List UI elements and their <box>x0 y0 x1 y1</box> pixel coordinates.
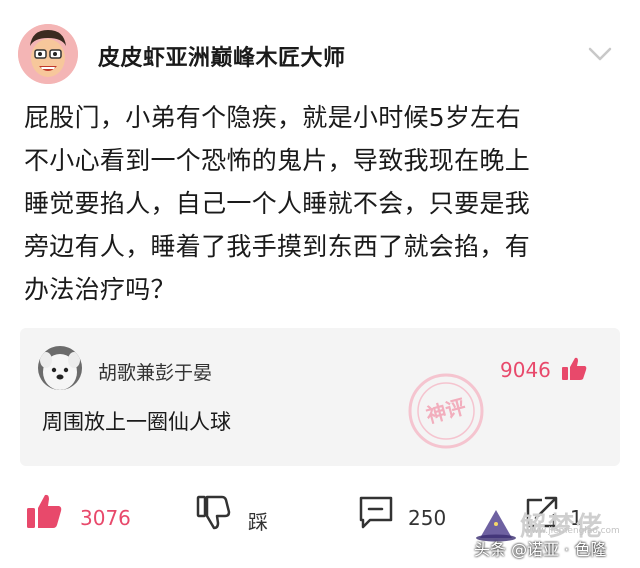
post-line: 屁股门，小弟有个隐疾，就是小时候5岁左右 <box>24 103 521 132</box>
comment-button[interactable]: 250 <box>356 492 466 538</box>
thumbs-down-icon <box>194 492 234 532</box>
dislike-label: 踩 <box>248 510 268 534</box>
hot-comment-card[interactable]: 胡歌兼彭于晏 9046 神评 周围放上一圈仙人球 <box>20 328 620 466</box>
commenter-avatar[interactable] <box>38 346 82 390</box>
watermark-credit: 头条 @诺亚 · 色隆 <box>474 540 607 559</box>
cartoon-face-icon <box>18 24 78 84</box>
commenter-name[interactable]: 胡歌兼彭于晏 <box>98 358 212 385</box>
watermark-url: www.jiemenglao.com <box>524 526 620 536</box>
dislike-button[interactable]: 踩 <box>194 492 284 538</box>
dog-face-icon <box>38 346 82 390</box>
god-comment-stamp: 神评 <box>405 370 487 452</box>
post-line: 睡觉要掐人，自己一个人睡就不会，只要是我 <box>24 189 531 218</box>
post-line: 不小心看到一个恐怖的鬼片，导致我现在晚上 <box>24 146 531 175</box>
chevron-down-icon[interactable] <box>586 44 614 64</box>
like-count: 3076 <box>80 506 131 530</box>
post-body: 屁股门，小弟有个隐疾，就是小时候5岁左右 不小心看到一个恐怖的鬼片，导致我现在晚… <box>24 96 624 311</box>
comment-bubble-icon <box>356 492 396 532</box>
like-button[interactable]: 3076 <box>24 492 144 538</box>
post-line: 旁边有人，睡着了我手摸到东西了就会掐，有 <box>24 232 531 261</box>
comment-like-count: 9046 <box>500 358 551 382</box>
comment-count: 250 <box>408 506 447 530</box>
watermark: 解梦佬 www.jiemenglao.com 头条 @诺亚 · 色隆 <box>470 506 640 568</box>
post-header: 皮皮虾亚洲巅峰木匠大师 <box>0 0 640 110</box>
comment-text: 周围放上一圈仙人球 <box>42 410 231 434</box>
thumbs-up-icon <box>24 492 64 532</box>
author-avatar[interactable] <box>18 24 78 84</box>
thumbs-up-icon[interactable] <box>560 356 588 382</box>
author-name[interactable]: 皮皮虾亚洲巅峰木匠大师 <box>98 40 346 72</box>
post-line: 办法治疗吗？ <box>24 275 176 304</box>
stamp-label: 神评 <box>424 394 469 428</box>
